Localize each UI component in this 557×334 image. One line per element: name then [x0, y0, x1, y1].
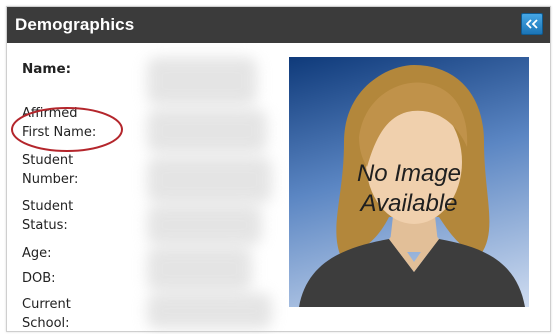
label-affirmed-first-name: Affirmed First Name:	[22, 106, 97, 140]
redacted-value	[147, 57, 257, 105]
panel-title: Demographics	[15, 15, 135, 34]
redacted-value	[147, 109, 267, 153]
label-dob: DOB:	[22, 271, 56, 286]
label-student-number: Student Number:	[22, 153, 79, 187]
collapse-button[interactable]	[521, 13, 543, 35]
label-name: Name:	[22, 61, 72, 77]
double-chevron-left-icon	[526, 19, 538, 29]
redacted-value	[147, 293, 272, 329]
redacted-value	[147, 205, 262, 245]
label-current-school: Current School:	[22, 297, 71, 331]
label-student-status: Student Status:	[22, 199, 74, 233]
no-image-line1: No Image	[356, 160, 462, 187]
demographics-panel: Demographics Name: Affirmed First Name: …	[6, 6, 551, 332]
redacted-value	[147, 157, 272, 203]
label-age: Age:	[22, 246, 52, 261]
redacted-value	[147, 247, 252, 291]
no-image-line2: Available	[360, 190, 458, 217]
student-photo: No Image Available	[289, 57, 529, 307]
panel-header: Demographics	[7, 7, 550, 43]
